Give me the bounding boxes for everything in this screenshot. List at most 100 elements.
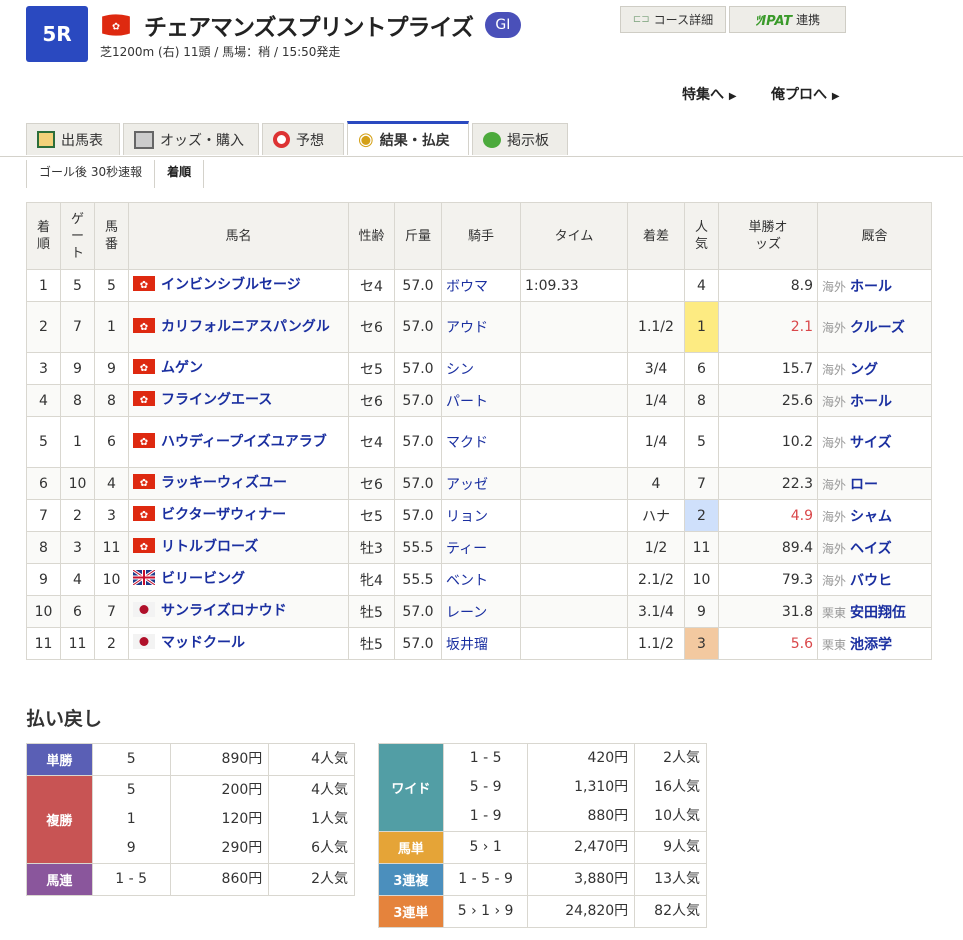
bet-type-label: 馬単 xyxy=(379,832,444,864)
horse-name-link[interactable]: カリフォルニアスパングル xyxy=(161,319,330,335)
rank: 8 xyxy=(27,532,61,564)
trainer-link[interactable]: ヘイズ xyxy=(850,541,892,557)
bet-type-label: ワイド xyxy=(379,744,444,832)
subtab-quick-result[interactable]: ゴール後 30秒速報 xyxy=(26,160,154,188)
rank: 6 xyxy=(27,468,61,500)
tab-board[interactable]: 掲示板 xyxy=(472,123,568,155)
japan-flag-icon xyxy=(133,634,155,649)
win-odds: 25.6 xyxy=(719,385,818,417)
trainer-cell: 海外クルーズ xyxy=(818,302,932,353)
gate: 8 xyxy=(61,385,95,417)
payout-row: 馬単5 › 12,470円9人気 xyxy=(379,832,707,864)
jockey-link[interactable]: ベント xyxy=(442,564,521,596)
payout-row: 3連単5 › 1 › 924,820円82人気 xyxy=(379,896,707,928)
tab-results[interactable]: ◉結果・払戻 xyxy=(347,121,469,155)
jockey-link[interactable]: ボウマ xyxy=(442,270,521,302)
trainer-link[interactable]: シャム xyxy=(850,509,892,525)
jockey-link[interactable]: レーン xyxy=(442,596,521,628)
tab-entries[interactable]: 出馬表 xyxy=(26,123,120,155)
trainer-link[interactable]: ホール xyxy=(850,394,892,410)
trainer-region: 海外 xyxy=(822,542,846,556)
subtab-order[interactable]: 着順 xyxy=(154,160,204,188)
jockey-link[interactable]: アウド xyxy=(442,302,521,353)
hong-kong-flag-icon: ✿ xyxy=(133,318,155,333)
hong-kong-flag-icon: ✿ xyxy=(100,13,132,37)
trainer-link[interactable]: ロー xyxy=(850,477,878,493)
ipat-link-button[interactable]: ﾂIPAT連携 xyxy=(729,6,846,33)
col-rank: 着順 xyxy=(27,203,61,270)
trainer-link[interactable]: 池添学 xyxy=(850,637,892,653)
horse-name-cell: ✿ハウディープイズユアラブ xyxy=(129,417,349,468)
margin: 1/4 xyxy=(628,417,685,468)
course-detail-button[interactable]: ⊏⊐コース詳細 xyxy=(620,6,726,33)
race-title: ✿ チェアマンズスプリントプライズ GI xyxy=(100,8,521,42)
trainer-region: 海外 xyxy=(822,321,846,335)
trainer-link[interactable]: ング xyxy=(850,362,878,378)
payout-p: 4人気 xyxy=(269,744,355,776)
jockey-link[interactable]: マクド xyxy=(442,417,521,468)
payout-a: 24,820円 xyxy=(528,896,635,928)
win-odds: 5.6 xyxy=(719,628,818,660)
col-odds: 単勝オッズ xyxy=(719,203,818,270)
sub-tabs: ゴール後 30秒速報 着順 xyxy=(26,160,204,188)
trainer-cell: 海外サイズ xyxy=(818,417,932,468)
horse-name-link[interactable]: ハウディープイズユアラブ xyxy=(161,434,327,450)
time xyxy=(521,385,628,417)
gate: 1 xyxy=(61,417,95,468)
trainer-link[interactable]: ホール xyxy=(850,279,892,295)
trainer-region: 海外 xyxy=(822,395,846,409)
race-info: 芝1200m (右) 11頭 / 馬場：稍 / 15:50発走 xyxy=(100,43,340,60)
win-odds: 89.4 xyxy=(719,532,818,564)
payout-table-left: 単勝5890円4人気複勝519200円120円290円4人気1人気6人気馬連1 … xyxy=(26,743,355,896)
horse-name-link[interactable]: インビンシブルセージ xyxy=(161,277,301,293)
horse-number: 1 xyxy=(95,302,129,353)
jockey-link[interactable]: シン xyxy=(442,353,521,385)
horse-name-link[interactable]: ムゲン xyxy=(161,360,203,376)
gate: 3 xyxy=(61,532,95,564)
horse-name-cell: ✿ カリフォルニアスパングル xyxy=(129,302,349,353)
bet-type-label: 3連単 xyxy=(379,896,444,928)
popularity: 7 xyxy=(685,468,719,500)
bet-type-label: 馬連 xyxy=(27,864,93,896)
horse-name-link[interactable]: フライングエース xyxy=(161,392,272,408)
trainer-link[interactable]: クルーズ xyxy=(850,320,905,336)
col-sexage: 性齢 xyxy=(349,203,395,270)
trainer-region: 海外 xyxy=(822,574,846,588)
horse-number: 10 xyxy=(95,564,129,596)
gate: 5 xyxy=(61,270,95,302)
rank: 7 xyxy=(27,500,61,532)
weight: 57.0 xyxy=(395,628,442,660)
tab-odds[interactable]: オッズ・購入 xyxy=(123,123,259,155)
oreprop-link[interactable]: 俺プロへ ▶ xyxy=(771,84,840,104)
horse-number: 4 xyxy=(95,468,129,500)
svg-text:✿: ✿ xyxy=(140,280,148,291)
horse-name-cell: ✿ インビンシブルセージ xyxy=(129,270,349,302)
horse-name-link[interactable]: ビリービング xyxy=(161,571,245,587)
result-row: 516✿ハウディープイズユアラブセ457.0マクド1/4510.2海外サイズ xyxy=(27,417,932,468)
trainer-link[interactable]: バウヒ xyxy=(850,573,892,589)
tab-prediction[interactable]: 予想 xyxy=(262,123,344,155)
rank: 5 xyxy=(27,417,61,468)
jockey-link[interactable]: アッゼ xyxy=(442,468,521,500)
jockey-link[interactable]: パート xyxy=(442,385,521,417)
popularity: 11 xyxy=(685,532,719,564)
feature-link[interactable]: 特集へ ▶ xyxy=(682,84,737,104)
grade-badge: GI xyxy=(485,12,521,38)
jockey-link[interactable]: ティー xyxy=(442,532,521,564)
result-row: 8311✿リトルブローズ牡355.5ティー1/21189.4海外ヘイズ xyxy=(27,532,932,564)
horse-name-link[interactable]: ビクターザウィナー xyxy=(161,507,286,523)
horse-name-link[interactable]: ラッキーウィズユー xyxy=(161,475,287,491)
horse-name-link[interactable]: マッドクール xyxy=(161,635,245,651)
horse-name-link[interactable]: サンライズロナウド xyxy=(161,603,287,619)
sex-age: 牡5 xyxy=(349,628,395,660)
jockey-link[interactable]: リョン xyxy=(442,500,521,532)
jockey-link[interactable]: 坂井瑠 xyxy=(442,628,521,660)
trainer-region: 栗東 xyxy=(822,606,846,620)
weight: 57.0 xyxy=(395,270,442,302)
trainer-link[interactable]: 安田翔伍 xyxy=(850,605,906,621)
time xyxy=(521,532,628,564)
horse-name-link[interactable]: リトルブローズ xyxy=(161,539,258,555)
horse-number: 11 xyxy=(95,532,129,564)
trainer-link[interactable]: サイズ xyxy=(850,435,892,451)
win-odds: 79.3 xyxy=(719,564,818,596)
